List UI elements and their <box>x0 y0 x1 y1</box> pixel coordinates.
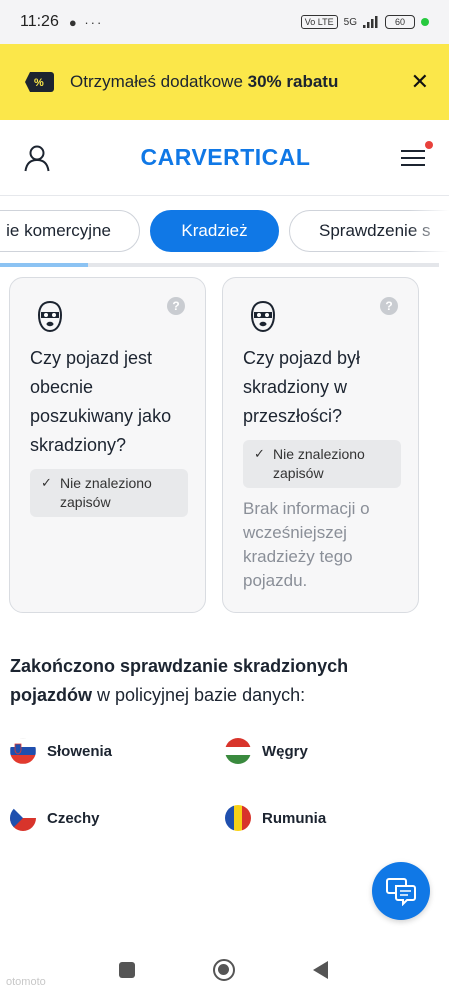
thief-icon <box>250 300 276 333</box>
tabs-scroll-progress <box>0 263 439 267</box>
svg-text:%: % <box>34 77 44 89</box>
country-name: Węgry <box>262 742 308 760</box>
check-icon: ✓ <box>254 446 265 461</box>
checked-databases-title: Zakończono sprawdzanie skradzionych poja… <box>10 656 349 705</box>
system-nav-bar <box>0 940 449 998</box>
back-icon[interactable] <box>313 961 328 979</box>
logo[interactable]: CARVERTICAL <box>141 144 311 171</box>
promo-text: Otrzymałeś dodatkowe 30% rabatu <box>70 72 339 91</box>
status-bar: 11:26 ● ··· Vo LTE 5G 60 <box>0 0 449 44</box>
thief-icon <box>37 300 63 333</box>
signal-icon <box>363 16 378 28</box>
country-name: Czechy <box>47 809 100 827</box>
country-name: Słowenia <box>47 742 113 760</box>
hungary-flag-icon <box>225 738 251 764</box>
help-icon[interactable]: ? <box>167 297 185 315</box>
status-time: 11:26 <box>20 13 59 30</box>
notification-icons: ● ··· <box>68 14 104 30</box>
site-header: CARVERTICAL <box>0 120 449 196</box>
help-icon[interactable]: ? <box>380 297 398 315</box>
country-item: Czechy <box>10 805 100 831</box>
czech-flag-icon <box>10 805 36 831</box>
status-indicators: Vo LTE 5G 60 <box>300 15 429 29</box>
section-tabs: ie komercyjne Kradzież Sprawdzenie s <box>0 208 449 254</box>
tab-commercial[interactable]: ie komercyjne <box>0 210 140 252</box>
tabs-scroll-progress-fill <box>0 263 88 267</box>
chat-button[interactable] <box>372 862 430 920</box>
tab-theft[interactable]: Kradzież <box>150 210 279 252</box>
privacy-dot-icon <box>421 18 429 26</box>
user-icon[interactable] <box>22 143 52 173</box>
notification-dot <box>424 140 433 149</box>
status-text: Nie znaleziono zapisów <box>60 475 152 510</box>
discount-tag-icon: % <box>25 72 54 92</box>
home-icon[interactable] <box>213 959 235 981</box>
tabs-fade <box>409 208 449 254</box>
card-question: Czy pojazd jest obecnie poszukiwany jako… <box>30 348 172 455</box>
status-badge: ✓ Nie znaleziono zapisów <box>30 469 188 517</box>
close-icon[interactable]: ✕ <box>411 69 429 95</box>
promo-banner[interactable]: % Otrzymałeś dodatkowe 30% rabatu ✕ <box>0 44 449 120</box>
recents-icon[interactable] <box>119 962 135 978</box>
country-item: Węgry <box>225 738 308 764</box>
country-item: Rumunia <box>225 805 326 831</box>
status-badge: ✓ Nie znaleziono zapisów <box>243 440 401 488</box>
status-text: Nie znaleziono zapisów <box>273 446 365 481</box>
card-question: Czy pojazd był skradziony w przeszłości? <box>243 348 361 426</box>
romania-flag-icon <box>225 805 251 831</box>
battery-icon: 60 <box>385 15 415 29</box>
check-icon: ✓ <box>41 475 52 490</box>
slovenia-flag-icon <box>10 738 36 764</box>
card-note: Brak informacji o wcześniejszej kradzież… <box>243 499 370 590</box>
hamburger-menu-icon[interactable] <box>399 140 433 171</box>
network-label: 5G <box>343 16 357 28</box>
chat-icon <box>386 878 416 906</box>
volte-icon: Vo LTE <box>300 15 338 29</box>
country-name: Rumunia <box>262 809 327 827</box>
theft-card-current: ? Czy pojazd jest obecnie poszukiwany ja… <box>9 277 206 613</box>
country-item: Słowenia <box>10 738 112 764</box>
watermark: otomoto <box>6 976 46 988</box>
theft-card-past: ? Czy pojazd był skradziony w przeszłośc… <box>222 277 419 613</box>
